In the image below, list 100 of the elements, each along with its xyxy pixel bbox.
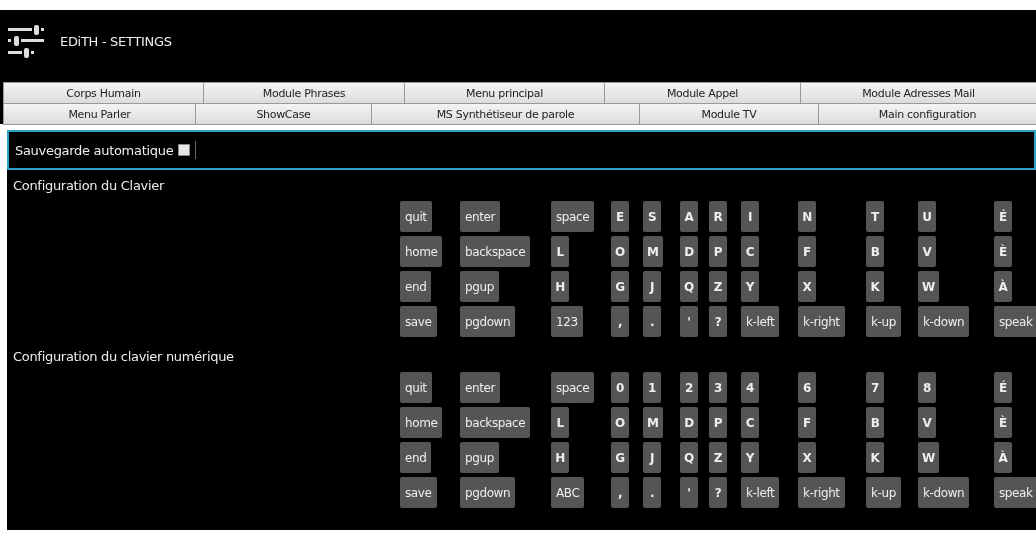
tab[interactable]: ShowCase bbox=[195, 103, 372, 125]
key-button[interactable]: speak bbox=[994, 477, 1036, 508]
key-button[interactable]: 8 bbox=[918, 372, 936, 403]
key-button[interactable]: save bbox=[400, 477, 437, 508]
key-button[interactable]: A bbox=[680, 201, 698, 232]
key-button[interactable]: ' bbox=[680, 477, 698, 508]
key-button[interactable]: ' bbox=[680, 306, 698, 337]
tab[interactable]: Module TV bbox=[639, 103, 819, 125]
tab[interactable]: Module Adresses Mail bbox=[800, 82, 1036, 104]
key-button[interactable]: K bbox=[866, 271, 884, 302]
key-button[interactable]: k-down bbox=[918, 306, 970, 337]
key-button[interactable]: end bbox=[400, 271, 432, 302]
key-button[interactable]: space bbox=[551, 372, 595, 403]
key-button[interactable]: È bbox=[994, 407, 1012, 438]
key-button[interactable]: B bbox=[866, 407, 884, 438]
key-button[interactable]: k-left bbox=[741, 306, 780, 337]
key-button[interactable]: C bbox=[741, 407, 759, 438]
key-button[interactable]: J bbox=[643, 271, 661, 302]
key-button[interactable]: 2 bbox=[680, 372, 698, 403]
key-button[interactable]: D bbox=[680, 236, 698, 267]
key-button[interactable]: O bbox=[611, 407, 629, 438]
key-button[interactable]: P bbox=[709, 407, 727, 438]
key-button[interactable]: X bbox=[798, 271, 816, 302]
key-button[interactable]: home bbox=[400, 407, 443, 438]
tab[interactable]: Menu Parler bbox=[3, 103, 196, 125]
key-button[interactable]: O bbox=[611, 236, 629, 267]
key-button[interactable]: L bbox=[551, 236, 569, 267]
key-button[interactable]: Z bbox=[709, 271, 727, 302]
key-button[interactable]: R bbox=[709, 201, 727, 232]
key-button[interactable]: . bbox=[643, 477, 661, 508]
key-button[interactable]: G bbox=[611, 271, 629, 302]
key-button[interactable]: k-up bbox=[866, 477, 901, 508]
key-button[interactable]: Q bbox=[680, 271, 698, 302]
key-button[interactable]: Y bbox=[741, 442, 759, 473]
key-button[interactable]: T bbox=[866, 201, 884, 232]
key-button[interactable]: space bbox=[551, 201, 595, 232]
key-button[interactable]: quit bbox=[400, 372, 432, 403]
key-button[interactable]: 3 bbox=[709, 372, 727, 403]
key-button[interactable]: E bbox=[611, 201, 629, 232]
key-button[interactable]: Y bbox=[741, 271, 759, 302]
key-button[interactable]: backspace bbox=[460, 236, 531, 267]
key-button[interactable]: Q bbox=[680, 442, 698, 473]
key-button[interactable]: 6 bbox=[798, 372, 816, 403]
key-button[interactable]: D bbox=[680, 407, 698, 438]
key-button[interactable]: J bbox=[643, 442, 661, 473]
key-button[interactable]: É bbox=[994, 372, 1012, 403]
key-button[interactable]: 1 bbox=[643, 372, 661, 403]
key-button[interactable]: V bbox=[918, 236, 936, 267]
key-button[interactable]: 4 bbox=[741, 372, 759, 403]
key-button[interactable]: , bbox=[611, 306, 629, 337]
key-button[interactable]: home bbox=[400, 236, 443, 267]
key-button[interactable]: pgdown bbox=[460, 477, 516, 508]
tab[interactable]: Module Appel bbox=[604, 82, 801, 104]
key-button[interactable]: Z bbox=[709, 442, 727, 473]
key-button[interactable]: ? bbox=[709, 477, 727, 508]
tab[interactable]: MS Synthétiseur de parole bbox=[371, 103, 640, 125]
key-button[interactable]: B bbox=[866, 236, 884, 267]
key-button[interactable]: 123 bbox=[551, 306, 583, 337]
key-button[interactable]: W bbox=[918, 271, 939, 302]
tab[interactable]: Main configuration bbox=[818, 103, 1036, 125]
key-button[interactable]: F bbox=[798, 236, 816, 267]
key-button[interactable]: N bbox=[798, 201, 816, 232]
key-button[interactable]: M bbox=[643, 236, 663, 267]
key-button[interactable]: À bbox=[994, 271, 1012, 302]
key-button[interactable]: ABC bbox=[551, 477, 585, 508]
key-button[interactable]: k-right bbox=[798, 306, 845, 337]
key-button[interactable]: 0 bbox=[611, 372, 629, 403]
key-button[interactable]: K bbox=[866, 442, 884, 473]
key-button[interactable]: X bbox=[798, 442, 816, 473]
key-button[interactable]: k-down bbox=[918, 477, 970, 508]
key-button[interactable]: F bbox=[798, 407, 816, 438]
key-button[interactable]: ? bbox=[709, 306, 727, 337]
key-button[interactable]: pgup bbox=[460, 442, 499, 473]
key-button[interactable]: k-left bbox=[741, 477, 780, 508]
key-button[interactable]: . bbox=[643, 306, 661, 337]
tab[interactable]: Module Phrases bbox=[203, 82, 405, 104]
key-button[interactable]: 7 bbox=[866, 372, 884, 403]
key-button[interactable]: , bbox=[611, 477, 629, 508]
tab[interactable]: Corps Humain bbox=[3, 82, 204, 104]
key-button[interactable]: end bbox=[400, 442, 432, 473]
key-button[interactable]: U bbox=[918, 201, 936, 232]
tab[interactable]: Menu principal bbox=[404, 82, 605, 104]
key-button[interactable]: V bbox=[918, 407, 936, 438]
key-button[interactable]: enter bbox=[460, 372, 500, 403]
key-button[interactable]: quit bbox=[400, 201, 432, 232]
key-button[interactable]: H bbox=[551, 442, 569, 473]
key-button[interactable]: pgup bbox=[460, 271, 499, 302]
key-button[interactable]: M bbox=[643, 407, 663, 438]
key-button[interactable]: É bbox=[994, 201, 1012, 232]
key-button[interactable]: enter bbox=[460, 201, 500, 232]
key-button[interactable]: W bbox=[918, 442, 939, 473]
key-button[interactable]: È bbox=[994, 236, 1012, 267]
key-button[interactable]: À bbox=[994, 442, 1012, 473]
key-button[interactable]: pgdown bbox=[460, 306, 516, 337]
key-button[interactable]: backspace bbox=[460, 407, 531, 438]
key-button[interactable]: S bbox=[643, 201, 661, 232]
key-button[interactable]: H bbox=[551, 271, 569, 302]
key-button[interactable]: save bbox=[400, 306, 437, 337]
autosave-checkbox[interactable] bbox=[178, 144, 191, 156]
key-button[interactable]: I bbox=[741, 201, 759, 232]
